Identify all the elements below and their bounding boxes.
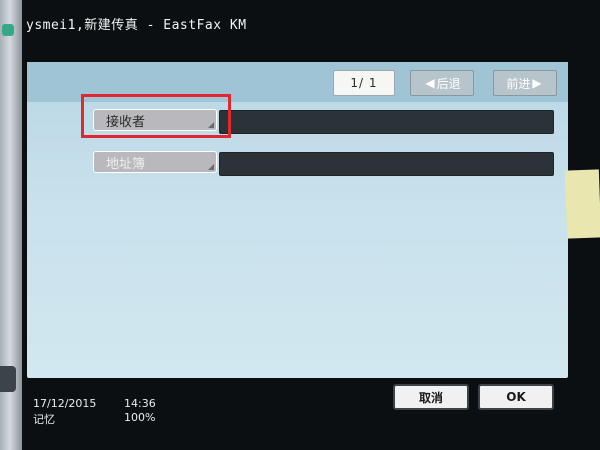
prev-page-label: 后退 — [436, 76, 461, 91]
recipient-field[interactable] — [219, 110, 554, 134]
next-page-label: 前进 — [506, 76, 531, 91]
window-title: ysmei1,新建传真 - EastFax KM — [26, 18, 247, 33]
memory-value: 100% — [124, 411, 156, 424]
prev-page-button[interactable]: ◀ 后退 — [410, 70, 474, 96]
arrow-left-icon: ◀ — [425, 76, 435, 90]
ok-button[interactable]: OK — [478, 384, 554, 410]
status-light-icon — [2, 24, 14, 36]
status-time: 14:36 — [124, 397, 156, 410]
sticky-note — [564, 169, 600, 239]
highlight-annotation — [81, 94, 231, 138]
address-book-label: 地址簿 — [106, 156, 146, 172]
left-bezel — [0, 0, 22, 450]
status-date: 17/12/2015 — [33, 397, 97, 410]
arrow-right-icon: ▶ — [532, 76, 542, 90]
side-tab[interactable] — [0, 366, 16, 392]
memory-label: 记忆 — [33, 413, 55, 426]
address-book-button[interactable]: 地址簿 — [93, 151, 217, 173]
cancel-button[interactable]: 取消 — [393, 384, 469, 410]
next-page-button[interactable]: 前进 ▶ — [493, 70, 557, 96]
page-indicator: 1/ 1 — [333, 70, 395, 96]
address-book-field[interactable] — [219, 152, 554, 176]
